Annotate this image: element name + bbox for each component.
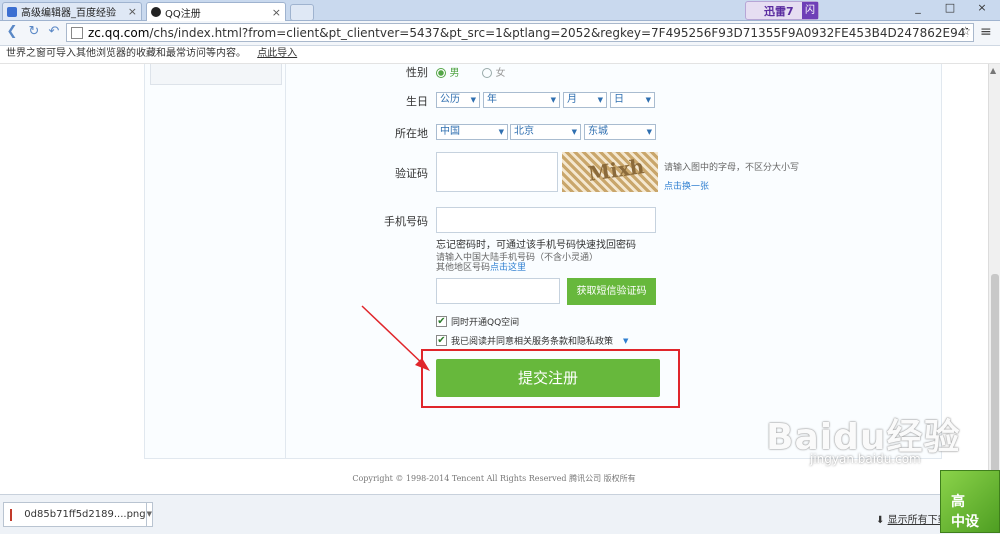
download-filename: 0d85b71ff5d2189....png [24, 509, 146, 520]
download-options-icon[interactable]: ▼ [145, 503, 152, 526]
corner-badge: 高 中设 [940, 470, 1000, 533]
image-file-icon [10, 508, 13, 521]
baidu-url: jingyan.baidu.com [810, 452, 921, 466]
annotation-highlight-box [421, 349, 680, 408]
badge-line1: 高 [951, 494, 965, 510]
download-bar: 0d85b71ff5d2189....png ▼ ⬇ 显示所有下载 [0, 494, 1000, 534]
show-all-downloads-link[interactable]: 显示所有下载 [888, 515, 948, 526]
baidu-watermark: Baidu经验 jingyan.baidu.com [760, 400, 1000, 480]
download-arrow-icon: ⬇ [876, 515, 885, 526]
download-item[interactable]: 0d85b71ff5d2189....png ▼ [3, 502, 153, 527]
badge-line2: 中设 [951, 514, 979, 530]
show-all-downloads[interactable]: ⬇ 显示所有下载 [876, 511, 948, 526]
